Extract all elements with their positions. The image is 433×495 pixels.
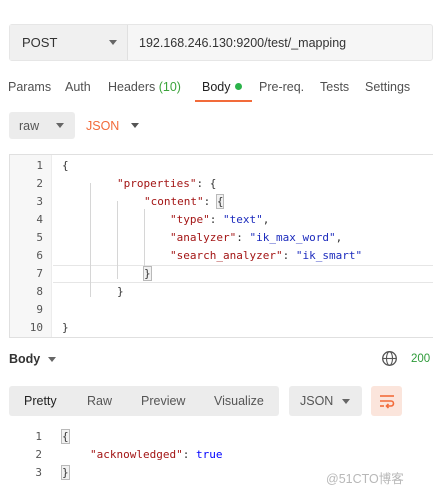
code-line: "content": { <box>144 194 225 209</box>
line-number: 3 <box>35 466 42 479</box>
headers-count-badge: (10) <box>158 80 181 94</box>
code-line: "properties": { <box>117 177 217 190</box>
status-code: 200 O <box>411 353 433 365</box>
view-tab-visualize[interactable]: Visualize <box>214 394 264 408</box>
method-label: POST <box>22 35 58 50</box>
chevron-down-icon <box>56 123 64 128</box>
code-line: "search_analyzer": "ik_smart" <box>170 249 363 262</box>
line-number: 8 <box>36 285 43 298</box>
view-tab-pretty[interactable]: Pretty <box>24 394 57 408</box>
body-mode-select[interactable]: raw <box>9 112 75 139</box>
view-tab-raw[interactable]: Raw <box>87 394 112 408</box>
indent-guide <box>117 201 118 279</box>
active-tab-underline <box>195 100 252 102</box>
response-format-select[interactable]: JSON <box>289 386 362 416</box>
tab-body-label: Body <box>202 80 231 94</box>
tab-tests[interactable]: Tests <box>320 80 349 94</box>
tab-params[interactable]: Params <box>8 80 51 94</box>
chevron-down-icon <box>342 398 350 404</box>
response-format-label: JSON <box>300 394 334 408</box>
code-line: "analyzer": "ik_max_word", <box>170 231 343 244</box>
line-number: 4 <box>36 213 43 226</box>
tab-body[interactable]: Body <box>202 80 242 94</box>
line-number: 1 <box>36 159 43 172</box>
code-line: "type": "text", <box>170 213 270 226</box>
chevron-down-icon <box>48 356 57 362</box>
wrap-lines-button[interactable] <box>371 386 402 416</box>
tab-headers-label: Headers <box>108 80 156 94</box>
editor-gutter: 1 2 3 4 5 6 7 8 9 10 <box>10 155 52 337</box>
code-line: { <box>62 159 69 172</box>
code-line: } <box>143 266 152 281</box>
line-number: 6 <box>36 249 43 262</box>
body-format-select[interactable]: JSON <box>86 112 140 139</box>
current-line-highlight <box>53 265 433 283</box>
line-number: 5 <box>36 231 43 244</box>
line-number: 7 <box>36 267 43 280</box>
line-number: 3 <box>36 195 43 208</box>
url-input[interactable]: 192.168.246.130:9200/test/_mapping <box>128 25 432 60</box>
method-select[interactable]: POST <box>10 25 128 60</box>
wrap-lines-icon <box>379 395 394 409</box>
tab-auth[interactable]: Auth <box>65 80 91 94</box>
body-options-row: raw JSON <box>9 112 433 139</box>
request-url-bar: POST 192.168.246.130:9200/test/_mapping <box>9 24 433 61</box>
chevron-down-icon <box>131 123 140 128</box>
request-body-editor[interactable]: 1 2 3 4 5 6 7 8 9 10 { "properties": { "… <box>9 154 433 338</box>
code-line: } <box>61 465 70 480</box>
body-indicator-dot-icon <box>234 83 242 91</box>
code-line: "acknowledged": true <box>90 448 223 461</box>
chevron-down-icon <box>109 40 117 45</box>
line-number: 2 <box>35 448 42 461</box>
code-line: { <box>61 429 70 444</box>
code-line: } <box>62 321 69 334</box>
indent-guide <box>90 183 91 297</box>
body-mode-label: raw <box>19 118 40 133</box>
line-number: 9 <box>36 303 43 316</box>
line-number: 2 <box>36 177 43 190</box>
response-body-label: Body <box>9 352 41 366</box>
tab-pre-request[interactable]: Pre-req. <box>259 80 304 94</box>
line-number: 1 <box>35 430 42 443</box>
response-header: Body 200 O <box>9 350 433 370</box>
tab-headers[interactable]: Headers (10) <box>108 80 181 94</box>
line-number: 10 <box>29 321 43 334</box>
watermark: @51CTO博客 <box>326 472 404 486</box>
code-line: } <box>117 285 124 298</box>
response-view-tabs: Pretty Raw Preview Visualize <box>9 386 279 416</box>
body-format-label: JSON <box>86 118 120 133</box>
tab-settings[interactable]: Settings <box>365 80 410 94</box>
request-tabs: Params Auth Headers (10) Body Pre-req. T… <box>0 76 433 102</box>
view-tab-preview[interactable]: Preview <box>141 394 185 408</box>
globe-icon[interactable] <box>381 350 398 367</box>
response-body-dropdown[interactable]: Body <box>9 352 57 366</box>
